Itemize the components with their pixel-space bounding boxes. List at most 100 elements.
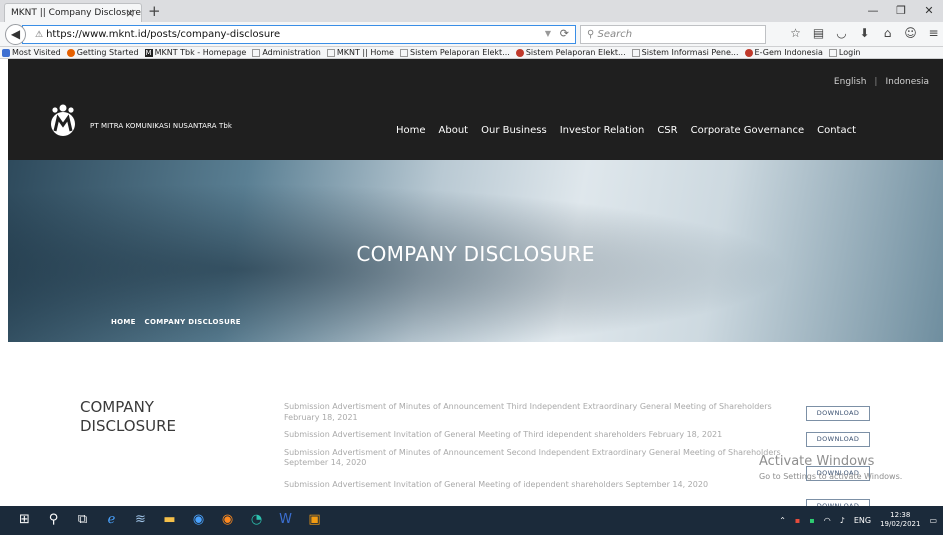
minimize-icon[interactable]: — xyxy=(859,0,887,22)
menu-item-investor-relation[interactable]: Investor Relation xyxy=(560,125,645,136)
hero-title: COMPANY DISCLOSURE xyxy=(356,242,595,266)
bookmark-item[interactable]: Login xyxy=(828,48,861,57)
firefox-icon[interactable]: ◉ xyxy=(213,512,242,527)
breadcrumb-current: COMPANY DISCLOSURE xyxy=(144,318,241,326)
tray-app-icon[interactable]: ▪ xyxy=(795,516,800,525)
account-icon[interactable]: ☺ xyxy=(899,26,922,40)
word-icon[interactable]: W xyxy=(271,512,300,527)
page-icon xyxy=(252,48,261,57)
close-tab-icon[interactable]: × xyxy=(125,6,135,20)
site-header: English | Indonesia PT MITRA KOMUNIKASI … xyxy=(8,59,943,160)
new-tab-button[interactable]: + xyxy=(148,2,161,20)
task-view-icon[interactable]: ⧉ xyxy=(68,512,97,527)
menu-icon[interactable]: ≡ xyxy=(922,26,943,40)
main-menu: Home About Our Business Investor Relatio… xyxy=(396,125,869,136)
bookmark-item[interactable]: Most Visited xyxy=(2,48,61,57)
back-button[interactable]: ◀ xyxy=(5,24,26,45)
language-indicator[interactable]: ENG xyxy=(854,516,871,525)
search-icon[interactable]: ⚲ xyxy=(39,512,68,527)
url-dropdown-icon[interactable]: ▼ xyxy=(545,29,551,38)
windows-taskbar: ⊞ ⚲ ⧉ ℯ ≋ ▬ ◉ ◉ ◔ W ▣ ⌃ ▪ ▪ ◠ ♪ ENG 12:3… xyxy=(0,506,943,535)
tray-app-icon[interactable]: ▪ xyxy=(809,516,814,525)
page-icon xyxy=(631,48,640,57)
chrome-icon[interactable]: ◉ xyxy=(184,512,213,527)
bookmark-star-icon[interactable]: ☆ xyxy=(784,26,807,40)
site-info-icon[interactable]: ⚠ xyxy=(35,30,43,40)
firefox-icon xyxy=(2,48,10,57)
main-content: COMPANY DISCLOSURE Submission Advertisme… xyxy=(8,342,943,506)
toolbar-icons: ☆ ▤ ◡ ⬇ ⌂ ☺ ≡ xyxy=(784,26,943,40)
close-window-icon[interactable]: ✕ xyxy=(915,0,943,22)
bookmark-item[interactable]: Sistem Informasi Pene... xyxy=(631,48,739,57)
language-switcher: English | Indonesia xyxy=(834,77,929,87)
watermark-title: Activate Windows xyxy=(759,454,875,469)
list-item[interactable]: Submission Advertisement Invitation of G… xyxy=(284,430,784,441)
tab-title: MKNT || Company Disclosure xyxy=(11,8,141,18)
page-icon xyxy=(828,48,837,57)
list-item[interactable]: Submission Advertisment of Minutes of An… xyxy=(284,448,784,469)
app-icon[interactable]: ≋ xyxy=(126,512,155,527)
window-controls: — ❐ ✕ xyxy=(859,0,943,22)
watermark-subtitle: Go to Settings to activate Windows. xyxy=(759,472,903,481)
page-icon xyxy=(326,48,335,57)
browser-tab[interactable]: MKNT || Company Disclosure × xyxy=(4,3,142,22)
download-button[interactable]: DOWNLOAD xyxy=(806,432,870,447)
brand-name[interactable]: PT MITRA KOMUNIKASI NUSANTARA Tbk xyxy=(90,122,232,130)
lang-english[interactable]: English xyxy=(834,77,867,87)
taskbar-apps: ⊞ ⚲ ⧉ ℯ ≋ ▬ ◉ ◉ ◔ W ▣ xyxy=(10,512,329,527)
clock-date: 19/02/2021 xyxy=(880,520,921,528)
breadcrumb: HOME COMPANY DISCLOSURE xyxy=(111,318,247,326)
pocket-icon[interactable]: ◡ xyxy=(830,26,853,40)
search-input[interactable]: ⚲ Search xyxy=(580,25,766,44)
lang-indonesia[interactable]: Indonesia xyxy=(885,77,929,87)
list-item[interactable]: Submission Advertisement Invitation of G… xyxy=(284,480,784,491)
url-text: https://www.mknt.id/posts/company-disclo… xyxy=(46,29,281,40)
idx-icon xyxy=(515,48,524,57)
home-icon[interactable]: ⌂ xyxy=(876,26,899,40)
menu-item-csr[interactable]: CSR xyxy=(657,125,677,136)
menu-item-about[interactable]: About xyxy=(439,125,469,136)
list-item[interactable]: Submission Advertisment of Minutes of An… xyxy=(284,402,784,423)
volume-icon[interactable]: ♪ xyxy=(840,516,845,525)
address-bar[interactable]: ⚠ https://www.mknt.id/posts/company-discl… xyxy=(22,25,576,44)
app-icon[interactable]: ▣ xyxy=(300,512,329,527)
bookmark-item[interactable]: Sistem Pelaporan Elekt... xyxy=(399,48,510,57)
file-explorer-icon[interactable]: ▬ xyxy=(155,512,184,527)
bookmark-item[interactable]: Administration xyxy=(252,48,321,57)
menu-item-contact[interactable]: Contact xyxy=(817,125,856,136)
wifi-icon[interactable]: ◠ xyxy=(824,516,831,525)
restore-icon[interactable]: ❐ xyxy=(887,0,915,22)
lang-separator: | xyxy=(874,77,878,87)
menu-item-corporate-governance[interactable]: Corporate Governance xyxy=(691,125,805,136)
breadcrumb-home[interactable]: HOME xyxy=(111,318,136,326)
page-icon xyxy=(399,48,408,57)
internet-explorer-icon[interactable]: ℯ xyxy=(97,512,126,527)
nav-bar: ⚠ https://www.mknt.id/posts/company-discl… xyxy=(0,22,943,47)
download-icon[interactable]: ⬇ xyxy=(853,26,876,40)
activation-watermark: Activate Windows Go to Settings to activ… xyxy=(759,454,902,481)
company-logo-icon[interactable] xyxy=(44,103,82,137)
search-placeholder: Search xyxy=(597,29,633,40)
windows-start-icon[interactable]: ⊞ xyxy=(10,512,39,527)
bookmark-item[interactable]: M MKNT Tbk - Homepage xyxy=(144,48,246,57)
disclosure-list: Submission Advertisment of Minutes of An… xyxy=(284,402,784,497)
reading-list-icon[interactable]: ▤ xyxy=(807,26,830,40)
chevron-up-icon[interactable]: ⌃ xyxy=(779,516,786,525)
bookmark-item[interactable]: Getting Started xyxy=(66,48,139,57)
bookmark-item[interactable]: MKNT || Home xyxy=(326,48,394,57)
notification-icon[interactable]: ▭ xyxy=(929,516,937,525)
edge-icon[interactable]: ◔ xyxy=(242,512,271,527)
reload-icon[interactable]: ⟳ xyxy=(560,27,569,40)
firefox-icon xyxy=(66,48,75,57)
download-button[interactable]: DOWNLOAD xyxy=(806,499,870,506)
bookmark-item[interactable]: E-Gem Indonesia xyxy=(744,48,823,57)
menu-item-home[interactable]: Home xyxy=(396,125,426,136)
clock-time: 12:38 xyxy=(890,511,911,519)
download-button[interactable]: DOWNLOAD xyxy=(806,406,870,421)
bookmark-item[interactable]: Sistem Pelaporan Elekt... xyxy=(515,48,626,57)
menu-item-our-business[interactable]: Our Business xyxy=(481,125,547,136)
section-title: COMPANY DISCLOSURE xyxy=(80,398,176,435)
clock[interactable]: 12:38 19/02/2021 xyxy=(880,511,920,529)
system-tray: ⌃ ▪ ▪ ◠ ♪ ENG 12:38 19/02/2021 ▭ xyxy=(779,511,937,529)
search-icon: ⚲ xyxy=(587,29,598,40)
